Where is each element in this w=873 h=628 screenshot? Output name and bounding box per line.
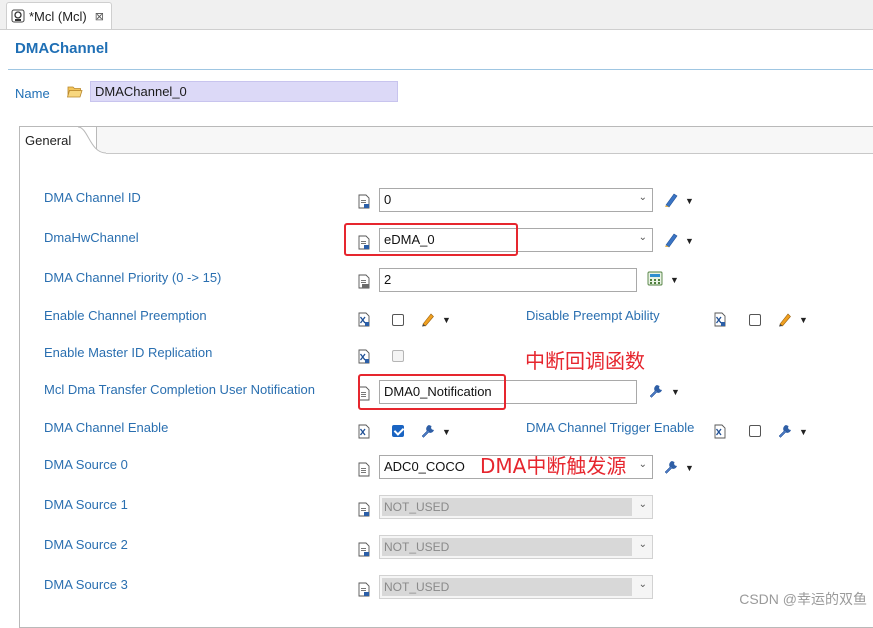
wrench-icon[interactable] bbox=[777, 423, 793, 439]
title-divider bbox=[8, 69, 873, 70]
source0-label: DMA Source 0 bbox=[44, 457, 128, 472]
disable-preempt-checkbox[interactable] bbox=[749, 314, 761, 326]
chevron-down-icon[interactable]: ⌄ bbox=[639, 192, 647, 203]
source2-value: NOT_USED bbox=[384, 540, 450, 554]
source1-label: DMA Source 1 bbox=[44, 497, 128, 512]
pencil-icon[interactable] bbox=[420, 311, 436, 327]
source3-value: NOT_USED bbox=[384, 580, 450, 594]
tab-general-label: General bbox=[25, 133, 72, 148]
master-id-checkbox[interactable] bbox=[392, 350, 404, 362]
enum-param-icon bbox=[358, 502, 370, 517]
dropdown-arrow-icon[interactable]: ▼ bbox=[685, 463, 694, 473]
close-icon[interactable]: ⊠ bbox=[95, 10, 104, 23]
trigger-enable-checkbox[interactable] bbox=[749, 425, 761, 437]
calculated-value-icon[interactable] bbox=[663, 232, 679, 248]
dropdown-arrow-icon[interactable]: ▼ bbox=[685, 236, 694, 246]
boolean-param-icon bbox=[714, 424, 726, 439]
chevron-down-icon[interactable]: ⌄ bbox=[639, 459, 647, 470]
enum-param-icon bbox=[358, 462, 370, 477]
enum-param-icon bbox=[358, 582, 370, 597]
chevron-down-icon[interactable]: ⌄ bbox=[639, 499, 647, 510]
preemption-checkbox[interactable] bbox=[392, 314, 404, 326]
channel-id-value: 0 bbox=[384, 192, 392, 207]
editor-tab-label: *Mcl (Mcl) bbox=[29, 8, 87, 24]
enum-param-icon bbox=[358, 194, 370, 209]
dropdown-arrow-icon[interactable]: ▼ bbox=[799, 427, 808, 437]
source1-combo[interactable]: NOT_USED ⌄ bbox=[379, 495, 653, 519]
editor-tab-mcl[interactable]: *Mcl (Mcl) ⊠ bbox=[6, 2, 112, 29]
annotation-trigger-source: DMA中断触发源 bbox=[480, 454, 627, 478]
boolean-param-icon bbox=[358, 349, 370, 364]
calculator-icon[interactable] bbox=[647, 271, 663, 286]
enum-param-icon bbox=[358, 542, 370, 557]
dropdown-arrow-icon[interactable]: ▼ bbox=[799, 315, 808, 325]
name-field[interactable]: DMAChannel_0 bbox=[90, 81, 398, 102]
boolean-param-icon bbox=[358, 312, 370, 327]
priority-input[interactable]: 2 bbox=[379, 268, 637, 292]
highlight-box-notification bbox=[358, 374, 506, 410]
annotation-callback: 中断回调函数 bbox=[525, 349, 645, 373]
highlight-box-hw-channel bbox=[344, 223, 518, 256]
dropdown-arrow-icon[interactable]: ▼ bbox=[442, 427, 451, 437]
channel-enable-label: DMA Channel Enable bbox=[44, 420, 169, 435]
tab-curve bbox=[78, 127, 107, 154]
dropdown-arrow-icon[interactable]: ▼ bbox=[685, 196, 694, 206]
hw-channel-label: DmaHwChannel bbox=[44, 230, 139, 245]
channel-enable-checkbox[interactable] bbox=[392, 425, 404, 437]
chevron-down-icon[interactable]: ⌄ bbox=[639, 232, 647, 243]
channel-id-combo[interactable]: 0 ⌄ bbox=[379, 188, 653, 212]
channel-id-label: DMA Channel ID bbox=[44, 190, 141, 205]
page-title: DMAChannel bbox=[15, 40, 109, 57]
source2-label: DMA Source 2 bbox=[44, 537, 128, 552]
chevron-down-icon[interactable]: ⌄ bbox=[639, 579, 647, 590]
watermark: CSDN @幸运的双鱼 bbox=[739, 591, 867, 607]
editor-tab-bar bbox=[0, 0, 873, 30]
module-config-icon bbox=[11, 9, 25, 23]
boolean-param-icon bbox=[358, 424, 370, 439]
calculated-value-icon[interactable] bbox=[663, 192, 679, 208]
dropdown-arrow-icon[interactable]: ▼ bbox=[442, 315, 451, 325]
wrench-icon[interactable] bbox=[420, 423, 436, 439]
source1-value: NOT_USED bbox=[384, 500, 450, 514]
panel-tab-strip bbox=[20, 127, 873, 154]
source2-combo[interactable]: NOT_USED ⌄ bbox=[379, 535, 653, 559]
name-label: Name bbox=[15, 86, 50, 101]
disable-preempt-label: Disable Preempt Ability bbox=[526, 308, 660, 323]
master-id-label: Enable Master ID Replication bbox=[44, 345, 213, 360]
dropdown-arrow-icon[interactable]: ▼ bbox=[671, 387, 680, 397]
dropdown-arrow-icon[interactable]: ▼ bbox=[670, 275, 679, 285]
source0-value: ADC0_COCO bbox=[384, 459, 465, 474]
trigger-enable-label: DMA Channel Trigger Enable bbox=[526, 420, 695, 435]
boolean-param-icon bbox=[714, 312, 726, 327]
wrench-icon[interactable] bbox=[648, 383, 664, 399]
preemption-label: Enable Channel Preemption bbox=[44, 308, 207, 323]
priority-label: DMA Channel Priority (0 -> 15) bbox=[44, 270, 222, 285]
wrench-icon[interactable] bbox=[663, 459, 679, 475]
source3-label: DMA Source 3 bbox=[44, 577, 128, 592]
notification-label: Mcl Dma Transfer Completion User Notific… bbox=[44, 382, 315, 397]
source3-combo[interactable]: NOT_USED ⌄ bbox=[379, 575, 653, 599]
chevron-down-icon[interactable]: ⌄ bbox=[639, 539, 647, 550]
folder-open-icon[interactable] bbox=[67, 85, 83, 98]
pencil-icon[interactable] bbox=[777, 311, 793, 327]
integer-param-icon bbox=[358, 274, 370, 289]
